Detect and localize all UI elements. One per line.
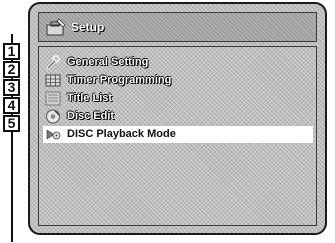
manual-figure: 1 2 3 4 5 Setup General Setting Timer Pr… [0,0,335,243]
callout-number-1: 1 [3,43,20,60]
wrench-icon [45,55,61,70]
setup-title-bar: Setup [38,12,317,42]
callout-number-3: 3 [3,79,20,96]
timer-grid-icon [45,73,61,88]
menu-item-label: General Setting [67,56,149,68]
menu-item-general-setting[interactable]: General Setting [43,54,313,71]
menu-item-label: DISC Playback Mode [67,128,176,140]
menu-item-label: Title List [67,92,113,104]
menu-item-title-list[interactable]: Title List [43,90,313,107]
menu-item-disc-edit[interactable]: Disc Edit [43,108,313,125]
callout-number-4: 4 [3,97,20,114]
disc-edit-icon [45,109,61,124]
callout-number-5: 5 [3,115,20,132]
callout-number-2: 2 [3,61,20,78]
title-list-icon [45,91,61,106]
page-title: Setup [71,20,105,34]
menu-item-label: Timer Programming [67,74,172,86]
menu-item-label: Disc Edit [67,110,115,122]
menu-item-timer-programming[interactable]: Timer Programming [43,72,313,89]
tv-screen: Setup General Setting Timer Programming … [28,2,327,235]
menu-item-disc-playback-mode[interactable]: DISC Playback Mode [43,126,313,143]
disc-playback-icon [45,127,61,142]
setup-toolbox-icon [45,17,67,37]
setup-menu: General Setting Timer Programming Title … [38,46,317,226]
